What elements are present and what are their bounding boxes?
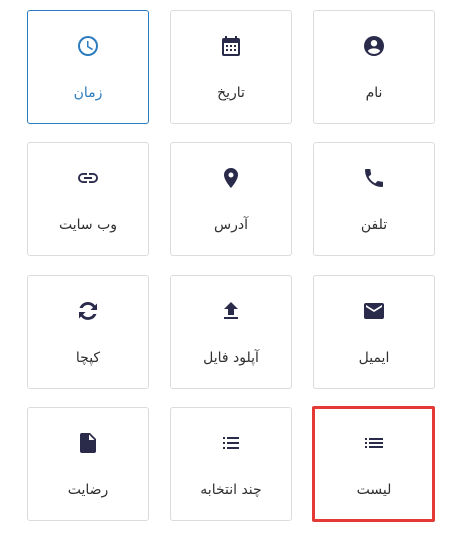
field-card-email[interactable]: ایمیل [313, 275, 435, 389]
field-card-label: تلفن [360, 217, 388, 233]
field-card-upload[interactable]: آپلود فایل [170, 275, 292, 389]
field-card-label: وب سایت [58, 217, 118, 233]
document-icon [28, 430, 148, 456]
field-card-label: آپلود فایل [203, 350, 259, 366]
list-icon [314, 430, 434, 456]
field-card-label: چند انتخابه [200, 482, 262, 498]
field-card-label: تاریخ [217, 85, 245, 101]
field-card-phone[interactable]: تلفن [313, 142, 435, 256]
field-card-label: رضایت [67, 482, 109, 498]
location-pin-icon [171, 165, 291, 191]
account-circle-icon [314, 33, 434, 59]
field-card-label: نام [365, 85, 383, 101]
field-card-consent[interactable]: رضایت [27, 407, 149, 521]
form-field-grid: نام تاریخ زمان تلفن آدرس وب سایت ایمیل آ… [0, 0, 464, 549]
field-card-list[interactable]: لیست [313, 407, 435, 521]
link-icon [28, 165, 148, 191]
field-card-captcha[interactable]: کپچا [27, 275, 149, 389]
field-card-label: زمان [73, 85, 103, 101]
field-card-label: آدرس [214, 217, 248, 233]
field-card-date[interactable]: تاریخ [170, 10, 292, 124]
upload-icon [171, 298, 291, 324]
envelope-icon [314, 298, 434, 324]
field-card-label: لیست [356, 482, 392, 498]
phone-icon [314, 165, 434, 191]
field-card-label: کپچا [75, 350, 101, 366]
field-card-address[interactable]: آدرس [170, 142, 292, 256]
captcha-icon [28, 298, 148, 324]
field-card-website[interactable]: وب سایت [27, 142, 149, 256]
field-card-name[interactable]: نام [313, 10, 435, 124]
calendar-icon [171, 33, 291, 59]
field-card-time[interactable]: زمان [27, 10, 149, 124]
field-card-multichoice[interactable]: چند انتخابه [170, 407, 292, 521]
clock-icon [28, 33, 148, 59]
checklist-icon [171, 430, 291, 456]
field-card-label: ایمیل [358, 350, 390, 366]
